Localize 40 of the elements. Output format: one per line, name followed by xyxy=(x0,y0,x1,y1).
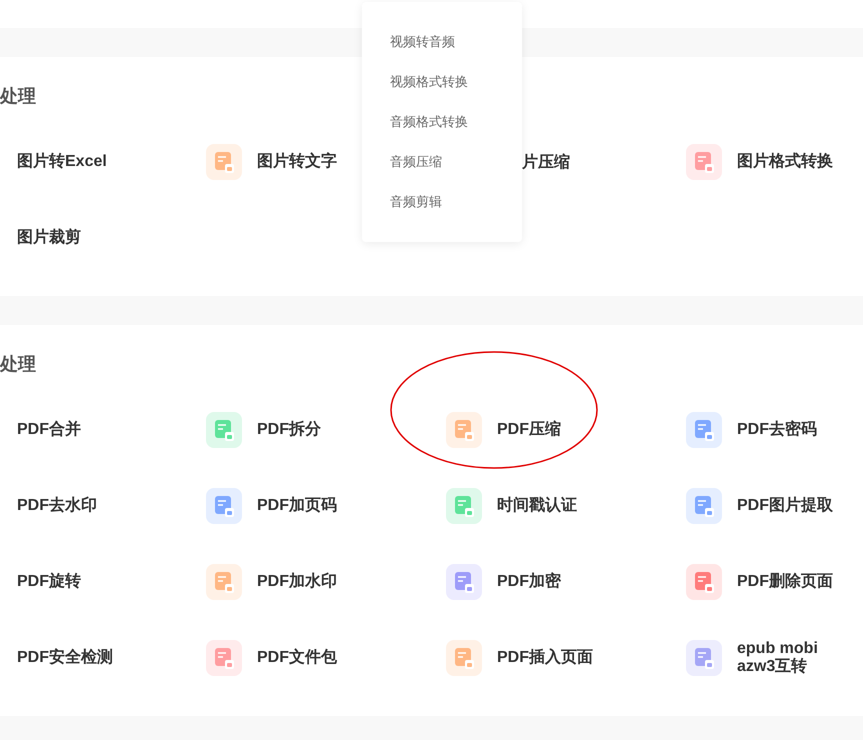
document-icon xyxy=(686,488,722,524)
menu-item[interactable]: 音频压缩 xyxy=(362,151,522,191)
document-icon xyxy=(686,564,722,600)
document-icon xyxy=(686,144,722,180)
tool-link[interactable]: epub mobi azw3互转 xyxy=(686,640,818,676)
tool-link[interactable]: 图片裁剪 xyxy=(0,220,81,256)
tool-label[interactable]: 片压缩 xyxy=(522,152,570,172)
document-icon xyxy=(206,564,242,600)
tool-link[interactable]: 时间戳认证 xyxy=(446,488,577,524)
document-icon xyxy=(446,412,482,448)
tool-link[interactable]: PDF图片提取 xyxy=(686,488,833,524)
tool-link[interactable]: PDF旋转 xyxy=(0,564,81,600)
tool-link[interactable]: PDF加页码 xyxy=(206,488,337,524)
menu-item[interactable]: 视频格式转换 xyxy=(362,71,522,111)
tool-link[interactable]: 图片格式转换 xyxy=(686,144,833,180)
tool-link[interactable]: PDF删除页面 xyxy=(686,564,833,600)
document-icon xyxy=(686,412,722,448)
document-icon xyxy=(446,640,482,676)
document-icon xyxy=(686,640,722,676)
document-icon xyxy=(446,564,482,600)
tool-link[interactable]: PDF插入页面 xyxy=(446,640,593,676)
tool-link[interactable]: PDF文件包 xyxy=(206,640,337,676)
tool-link[interactable]: PDF去密码 xyxy=(686,412,817,448)
document-icon xyxy=(206,144,242,180)
document-icon xyxy=(206,640,242,676)
tool-link[interactable]: PDF去水印 xyxy=(0,488,97,524)
document-icon xyxy=(206,488,242,524)
document-icon xyxy=(446,488,482,524)
tool-link[interactable]: PDF加水印 xyxy=(206,564,337,600)
tool-link[interactable]: PDF安全检测 xyxy=(0,640,113,676)
document-icon xyxy=(206,412,242,448)
tool-link[interactable]: PDF合并 xyxy=(0,412,81,448)
menu-item[interactable]: 音频剪辑 xyxy=(362,191,522,231)
tool-link[interactable]: 图片转Excel xyxy=(0,144,107,180)
tool-link[interactable]: PDF压缩 xyxy=(446,412,561,448)
tool-link[interactable]: PDF拆分 xyxy=(206,412,321,448)
tool-link[interactable]: 图片转文字 xyxy=(206,144,337,180)
menu-item[interactable]: 音频格式转换 xyxy=(362,111,522,151)
menu-item[interactable]: 视频转音频 xyxy=(362,31,522,71)
tool-link[interactable]: PDF加密 xyxy=(446,564,561,600)
